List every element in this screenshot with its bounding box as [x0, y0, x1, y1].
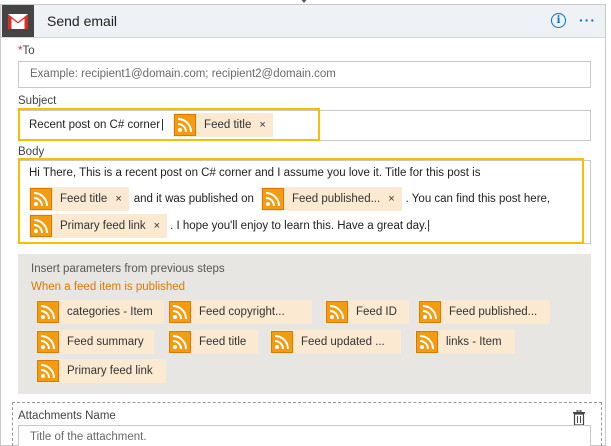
- gmail-logo-icon: [2, 5, 34, 37]
- param-feed-id[interactable]: Feed ID: [325, 300, 409, 324]
- delete-icon[interactable]: [572, 410, 586, 426]
- params-subtitle: When a feed item is published: [31, 281, 186, 293]
- rss-icon: [30, 215, 52, 237]
- body-text-mid2: . You can find this post here,: [405, 193, 551, 205]
- to-label: *To: [18, 45, 35, 57]
- remove-token-icon[interactable]: ×: [115, 193, 121, 205]
- rss-icon: [169, 331, 191, 353]
- subject-content[interactable]: Recent post on C# corner | Feed title ×: [29, 112, 273, 138]
- subject-label: Subject: [18, 95, 57, 107]
- attachments-label: Attachments Name: [18, 410, 116, 422]
- rss-icon: [169, 301, 191, 323]
- card-title: Send email: [47, 13, 118, 29]
- param-feed-summary[interactable]: Feed summary: [36, 330, 154, 354]
- info-icon[interactable]: i: [551, 13, 566, 28]
- body-feed-published-token[interactable]: Feed published... ×: [260, 187, 402, 211]
- body-feed-title-token[interactable]: Feed title ×: [29, 187, 129, 211]
- rss-icon: [37, 331, 59, 353]
- card-header[interactable]: Send email i ···: [1, 5, 605, 38]
- to-input[interactable]: Example: recipient1@domain.com; recipien…: [18, 61, 591, 88]
- rss-icon: [419, 301, 441, 323]
- param-links-item[interactable]: links - Item: [415, 330, 515, 354]
- body-line-3: Primary feed link × . I hope you'll enjo…: [29, 213, 430, 239]
- remove-token-icon[interactable]: ×: [154, 220, 160, 232]
- params-title: Insert parameters from previous steps: [31, 263, 225, 275]
- body-text-end: . I hope you'll enjoy to learn this. Hav…: [170, 220, 428, 232]
- attachments-name-input[interactable]: Title of the attachment.: [18, 425, 591, 446]
- param-feed-updated[interactable]: Feed updated ...: [270, 330, 401, 354]
- to-placeholder: Example: recipient1@domain.com; recipien…: [30, 68, 336, 80]
- param-feed-published[interactable]: Feed published...: [418, 300, 550, 324]
- subject-feed-title-token[interactable]: Feed title ×: [173, 113, 273, 137]
- remove-token-icon[interactable]: ×: [259, 119, 265, 131]
- rss-icon: [261, 188, 284, 210]
- rss-icon: [30, 188, 52, 210]
- rss-icon: [37, 360, 59, 382]
- remove-token-icon[interactable]: ×: [388, 193, 394, 205]
- rss-icon: [37, 301, 59, 323]
- param-feed-copyright[interactable]: Feed copyright...: [168, 300, 312, 324]
- rss-icon: [326, 301, 348, 323]
- param-primary-feed-link[interactable]: Primary feed link: [36, 359, 166, 383]
- body-label: Body: [18, 146, 45, 158]
- rss-icon: [271, 331, 293, 353]
- body-text-mid1: and it was published on: [133, 193, 254, 205]
- params-row-1: categories - Item Feed copyright... Feed…: [36, 300, 550, 324]
- body-line-2: Feed title × and it was published on Fee…: [29, 186, 550, 212]
- body-line-1: Hi There, This is a recent post on C# co…: [29, 167, 481, 179]
- rss-icon: [174, 114, 197, 136]
- param-categories-item[interactable]: categories - Item: [36, 300, 164, 324]
- body-primary-link-token[interactable]: Primary feed link ×: [29, 214, 168, 238]
- dynamic-content-panel: Insert parameters from previous steps Wh…: [18, 254, 591, 394]
- params-row-3: Primary feed link: [36, 359, 166, 383]
- attachments-placeholder: Title of the attachment.: [30, 431, 147, 443]
- more-options-icon[interactable]: ···: [579, 12, 596, 28]
- params-row-2: Feed summary Feed title Feed updated ...…: [36, 330, 515, 354]
- param-feed-title[interactable]: Feed title: [168, 330, 258, 354]
- subject-text: Recent post on C# corner: [29, 119, 161, 131]
- rss-icon: [416, 331, 438, 353]
